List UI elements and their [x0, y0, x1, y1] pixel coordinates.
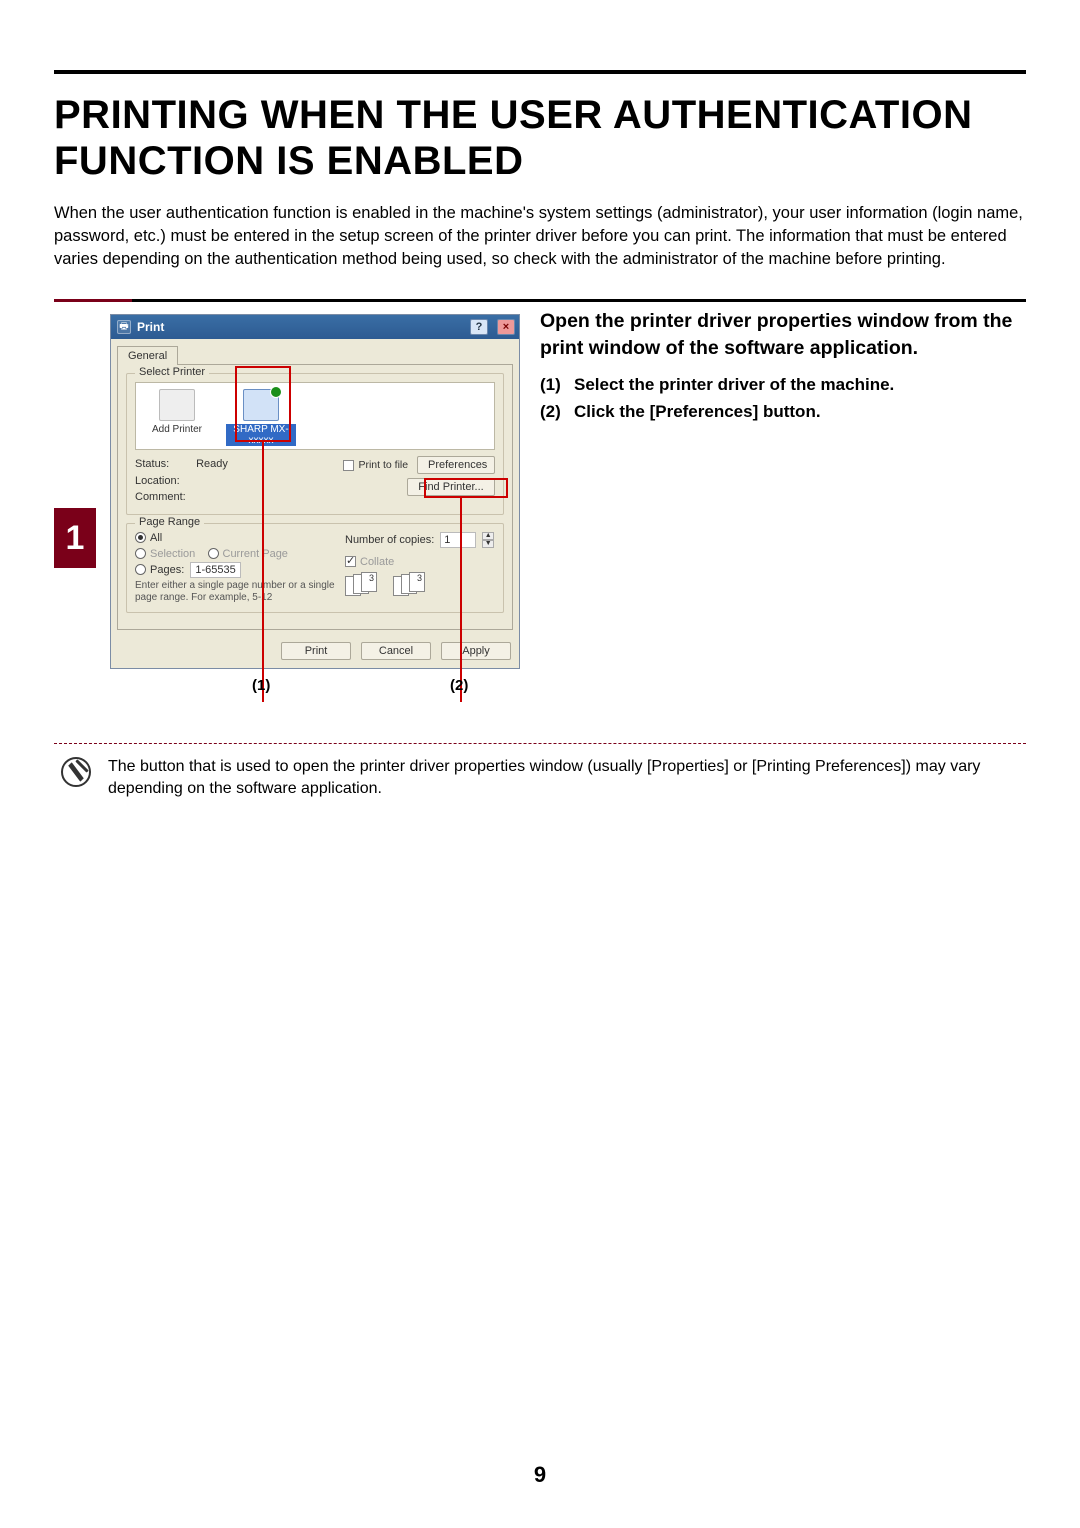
range-current-radio[interactable] — [208, 548, 219, 559]
printer-list[interactable]: Add Printer SHARP MX-xxxxx — [135, 382, 495, 450]
range-pages-radio[interactable] — [135, 564, 146, 575]
step-lead-text: Open the printer driver properties windo… — [540, 308, 1026, 361]
range-all-label: All — [150, 532, 162, 544]
section-divider — [54, 299, 1026, 302]
callout-leader-2 — [460, 498, 462, 702]
find-printer-button[interactable]: Find Printer... — [407, 478, 495, 496]
step-number-badge: 1 — [54, 508, 96, 568]
print-to-file-checkbox[interactable] — [343, 460, 354, 471]
help-button[interactable]: ? — [470, 319, 488, 335]
collate-icons: 123 123 — [345, 572, 495, 598]
print-dialog-screenshot: 🖶 Print ? × General Select Printer — [110, 308, 520, 715]
status-label: Status: — [135, 456, 193, 473]
location-label: Location: — [135, 473, 193, 490]
apply-button[interactable]: Apply — [441, 642, 511, 660]
substep-1: (1) Select the printer driver of the mac… — [540, 371, 1026, 398]
range-pages-label: Pages: — [150, 564, 184, 576]
page-title: PRINTING WHEN THE USER AUTHENTICATION FU… — [54, 92, 1026, 184]
range-current-label: Current Page — [223, 548, 288, 560]
intro-paragraph: When the user authentication function is… — [54, 202, 1026, 271]
page-number: 9 — [0, 1462, 1080, 1488]
cancel-button[interactable]: Cancel — [361, 642, 431, 660]
range-selection-radio[interactable] — [135, 548, 146, 559]
range-selection-label: Selection — [150, 548, 195, 560]
status-value: Ready — [196, 458, 228, 470]
print-button[interactable]: Print — [281, 642, 351, 660]
printer-icon: 🖶 — [117, 320, 131, 334]
copies-input[interactable]: 1 — [440, 532, 476, 548]
add-printer-item[interactable]: Add Printer — [142, 389, 212, 443]
tab-general[interactable]: General — [117, 346, 178, 365]
callout-leader-1 — [262, 442, 264, 702]
callout-label-1: (1) — [252, 677, 270, 694]
dialog-title: Print — [137, 320, 164, 334]
collate-checkbox[interactable] — [345, 556, 356, 567]
range-pages-input[interactable]: 1-65535 — [190, 562, 240, 578]
close-button[interactable]: × — [497, 319, 515, 335]
range-all-radio[interactable] — [135, 532, 146, 543]
comment-label: Comment: — [135, 489, 193, 506]
note-icon — [60, 756, 92, 788]
select-printer-label: Select Printer — [135, 366, 209, 378]
copies-label: Number of copies: — [345, 534, 434, 546]
sharp-printer-item[interactable]: SHARP MX-xxxxx — [226, 389, 296, 443]
copies-spinner[interactable]: ▲▼ — [482, 532, 494, 548]
dashed-divider — [54, 743, 1026, 744]
substep-2: (2) Click the [Preferences] button. — [540, 398, 1026, 425]
page-range-label: Page Range — [135, 516, 204, 528]
note-text: The button that is used to open the prin… — [108, 756, 1026, 801]
print-to-file-label: Print to file — [358, 459, 408, 471]
callout-label-2: (2) — [450, 677, 468, 694]
range-help-text: Enter either a single page number or a s… — [135, 580, 337, 604]
preferences-button[interactable]: Preferences — [417, 456, 495, 474]
collate-label: Collate — [360, 556, 394, 568]
dialog-titlebar: 🖶 Print ? × — [111, 315, 519, 339]
